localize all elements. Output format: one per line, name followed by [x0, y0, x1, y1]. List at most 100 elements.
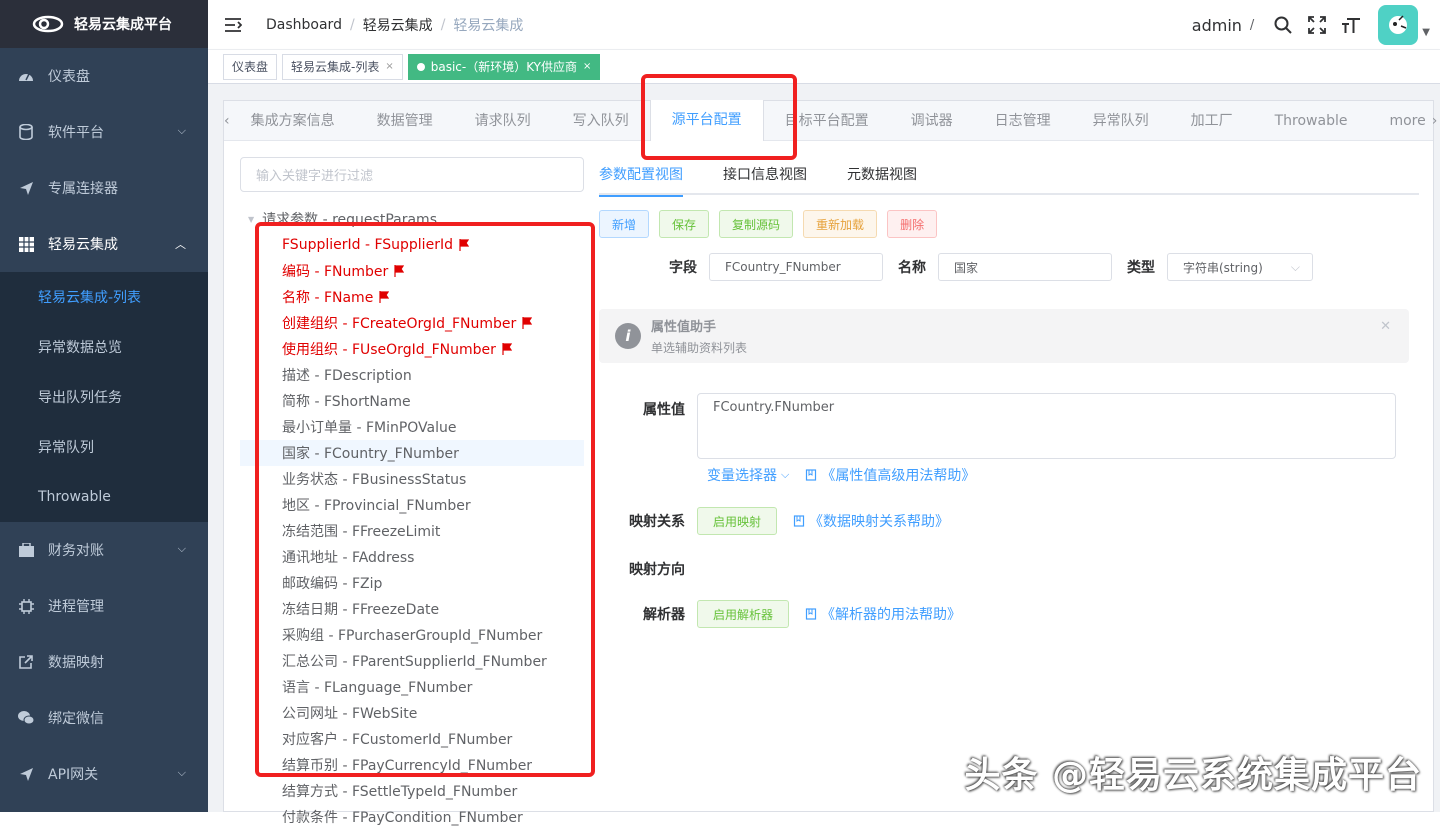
- action-buttons: 新增 保存 复制源码 重新加载 删除: [599, 210, 1433, 238]
- value-textarea[interactable]: FCountry.FNumber: [697, 393, 1396, 459]
- tag-current[interactable]: basic-（新环境）KY供应商×: [408, 54, 601, 80]
- caret-down-icon[interactable]: ▼: [248, 215, 254, 224]
- close-icon[interactable]: ×: [583, 61, 591, 72]
- info-icon: i: [615, 323, 641, 349]
- mapping-help-link[interactable]: 《数据映射关系帮助》: [793, 511, 949, 531]
- enable-parser-button[interactable]: 启用解析器: [697, 600, 789, 628]
- parser-label: 解析器: [599, 604, 697, 624]
- mapping-row: 映射关系 启用映射 《数据映射关系帮助》: [599, 507, 949, 535]
- highlight-box-tab: [641, 74, 797, 160]
- tab-logs[interactable]: 日志管理: [974, 101, 1072, 141]
- delete-button[interactable]: 删除: [887, 210, 937, 238]
- menu-api[interactable]: API网关 ⌵: [0, 746, 208, 802]
- tab-request-queue[interactable]: 请求队列: [454, 101, 552, 141]
- tag-dashboard[interactable]: 仪表盘: [223, 54, 277, 80]
- breadcrumb-integration[interactable]: 轻易云集成: [363, 15, 433, 35]
- value-help-link[interactable]: 《属性值高级用法帮助》: [805, 465, 975, 485]
- menu-mapping[interactable]: 数据映射: [0, 634, 208, 690]
- breadcrumb-dashboard[interactable]: Dashboard: [266, 17, 342, 33]
- submenu-exception-overview[interactable]: 异常数据总览: [0, 322, 208, 372]
- tab-debugger[interactable]: 调试器: [890, 101, 974, 141]
- menu-integration[interactable]: 轻易云集成 ︿: [0, 216, 208, 272]
- chevron-right-icon[interactable]: ›: [1432, 113, 1438, 129]
- tab-write-queue[interactable]: 写入队列: [552, 101, 650, 141]
- menu-dashboard[interactable]: 仪表盘: [0, 48, 208, 104]
- menu-wechat[interactable]: 绑定微信: [0, 690, 208, 746]
- alert-desc: 单选辅助资料列表: [651, 339, 747, 356]
- tag-label: 仪表盘: [232, 58, 268, 75]
- field-input[interactable]: FCountry_FNumber: [709, 253, 883, 281]
- logo[interactable]: 轻易云集成平台: [0, 0, 208, 48]
- tab-scheme-info[interactable]: 集成方案信息: [230, 101, 356, 141]
- navbar: Dashboard / 轻易云集成 / 轻易云集成 admin / ▼: [208, 0, 1440, 50]
- menu-software[interactable]: 软件平台 ⌵: [0, 104, 208, 160]
- caret-down-icon[interactable]: ▼: [1422, 27, 1430, 38]
- type-select[interactable]: 字符串(string)⌵: [1167, 253, 1313, 281]
- submenu-exception-queue[interactable]: 异常队列: [0, 422, 208, 472]
- menu-process[interactable]: 进程管理: [0, 578, 208, 634]
- config-panel: 参数配置视图 接口信息视图 元数据视图 新增 保存 复制源码 重新加载 删除 字…: [599, 157, 1433, 363]
- close-icon[interactable]: ✕: [1380, 319, 1391, 334]
- font-size-icon[interactable]: [1341, 15, 1361, 35]
- close-icon[interactable]: ×: [385, 61, 393, 72]
- breadcrumb-sep: /: [350, 17, 355, 33]
- tab-more[interactable]: more: [1368, 101, 1431, 141]
- book-icon: [793, 515, 805, 527]
- menu-connector[interactable]: 专属连接器: [0, 160, 208, 216]
- reload-button[interactable]: 重新加载: [803, 210, 877, 238]
- breadcrumb-sep: /: [441, 17, 446, 33]
- variable-selector[interactable]: 变量选择器⌵: [707, 465, 789, 485]
- book-icon: [805, 469, 817, 481]
- submenu-integration-list[interactable]: 轻易云集成-列表: [0, 272, 208, 322]
- tab-data-manage[interactable]: 数据管理: [356, 101, 454, 141]
- submenu: 轻易云集成-列表 异常数据总览 导出队列任务 异常队列 Throwable: [0, 272, 208, 522]
- filter-input[interactable]: 输入关键字进行过滤: [240, 157, 584, 192]
- watermark: 头条 @轻易云系统集成平台: [964, 746, 1422, 798]
- submenu-export-queue[interactable]: 导出队列任务: [0, 372, 208, 422]
- software-icon: [18, 124, 34, 140]
- chevron-down-icon: ⌵: [178, 766, 186, 780]
- menu-label: 软件平台: [48, 122, 104, 142]
- add-button[interactable]: 新增: [599, 210, 649, 238]
- tabs-bar: ‹ 集成方案信息 数据管理 请求队列 写入队列 源平台配置 目标平台配置 调试器…: [224, 101, 1433, 141]
- tab-exception-queue[interactable]: 异常队列: [1072, 101, 1170, 141]
- tab-factory[interactable]: 加工厂: [1170, 101, 1254, 141]
- avatar[interactable]: [1378, 5, 1418, 45]
- menu-label: 绑定微信: [48, 708, 104, 728]
- menu-label: API网关: [48, 764, 98, 784]
- chevron-down-icon: ⌵: [1291, 260, 1300, 275]
- chevron-up-icon: ︿: [175, 236, 186, 252]
- search-icon[interactable]: [1273, 15, 1293, 35]
- submenu-throwable[interactable]: Throwable: [0, 472, 208, 522]
- table-icon: [18, 236, 34, 252]
- tree-node-label: 付款条件 - FPayCondition_FNumber: [282, 807, 523, 827]
- external-link-icon: [18, 654, 34, 670]
- tab-param-view[interactable]: 参数配置视图: [599, 157, 683, 195]
- parser-help-link[interactable]: 《解析器的用法帮助》: [805, 604, 961, 624]
- tag-label: 轻易云集成-列表: [291, 58, 379, 75]
- menu-finance[interactable]: 财务对账 ⌵: [0, 522, 208, 578]
- tab-interface-view[interactable]: 接口信息视图: [723, 157, 807, 195]
- tab-metadata-view[interactable]: 元数据视图: [847, 157, 917, 195]
- tree-node[interactable]: 付款条件 - FPayCondition_FNumber: [240, 804, 584, 830]
- active-dot: [417, 63, 425, 71]
- sidebar: 轻易云集成平台 仪表盘 软件平台 ⌵ 专属连接器 轻易云集成 ︿ 轻易云集成-列…: [0, 0, 208, 812]
- tree-node[interactable]: 结算方式 - FSettleTypeId_FNumber: [240, 778, 584, 804]
- direction-row: 映射方向: [599, 559, 697, 579]
- tag-integration-list[interactable]: 轻易云集成-列表 ×: [282, 54, 403, 80]
- name-input[interactable]: 国家: [938, 253, 1112, 281]
- parser-row: 解析器 启用解析器 《解析器的用法帮助》: [599, 600, 961, 628]
- tab-throwable[interactable]: Throwable: [1254, 101, 1369, 141]
- field-row: 字段 FCountry_FNumber 名称 国家 类型 字符串(string)…: [599, 253, 1433, 281]
- tree-node-label: 结算方式 - FSettleTypeId_FNumber: [282, 781, 517, 801]
- copy-source-button[interactable]: 复制源码: [719, 210, 793, 238]
- enable-mapping-button[interactable]: 启用映射: [697, 507, 777, 535]
- breadcrumb-current: 轻易云集成: [453, 15, 523, 35]
- username[interactable]: admin: [1192, 16, 1242, 35]
- fullscreen-icon[interactable]: [1307, 15, 1327, 35]
- save-button[interactable]: 保存: [659, 210, 709, 238]
- user-sep: /: [1250, 18, 1254, 33]
- property-helper-alert: i 属性值助手 单选辅助资料列表 ✕: [599, 309, 1409, 363]
- hamburger-icon[interactable]: [224, 16, 242, 34]
- right-menu: admin / ▼: [1192, 0, 1430, 50]
